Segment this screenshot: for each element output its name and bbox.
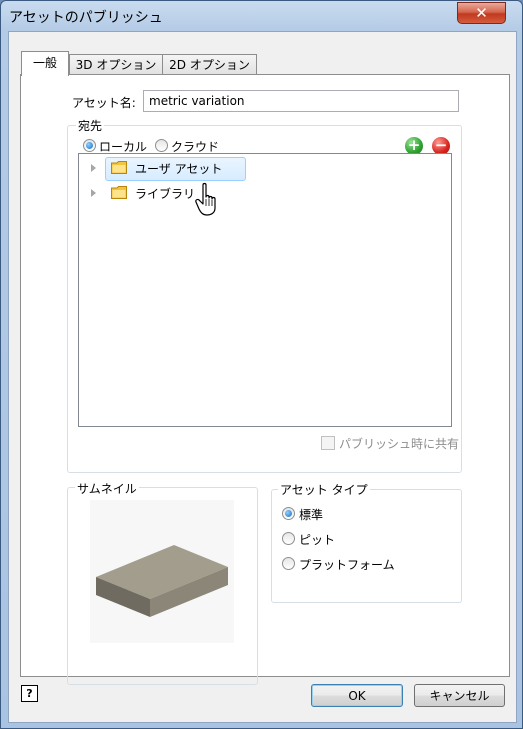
asset-name-input[interactable]: metric variation — [143, 90, 459, 112]
tab-general-label: 一般 — [32, 56, 57, 70]
expand-arrow-icon[interactable] — [91, 164, 96, 172]
destination-group-title: 宛先 — [76, 117, 105, 134]
help-icon: ? — [26, 687, 33, 700]
thumbnail-preview — [90, 500, 234, 643]
tab-2d-options-label: 2D オプション — [169, 58, 250, 72]
plus-icon: + — [407, 136, 421, 154]
tab-general[interactable]: 一般 — [21, 51, 69, 76]
minus-icon: − — [434, 136, 448, 154]
general-tab-page: アセット名: metric variation 宛先 ローカル クラウド + − — [20, 74, 510, 685]
radio-local[interactable] — [83, 139, 96, 152]
hand-cursor-icon — [195, 182, 216, 216]
radio-pit[interactable] — [282, 532, 295, 545]
dialog-client-area: 一般 3D オプション 2D オプション アセット名: metric varia… — [8, 31, 517, 723]
destination-tree[interactable]: ユーザ アセット ライブラリ — [78, 153, 452, 427]
ok-button[interactable]: OK — [311, 684, 403, 707]
asset-name-label: アセット名: — [72, 96, 136, 110]
radio-platform[interactable] — [282, 557, 295, 570]
close-icon: ✕ — [475, 4, 488, 22]
tree-item-library[interactable]: ライブラリ — [135, 185, 195, 202]
folder-icon — [111, 186, 127, 199]
title-bar[interactable]: アセットのパブリッシュ ✕ — [1, 1, 522, 31]
dialog-window: アセットのパブリッシュ ✕ 一般 3D オプション 2D オプション アセット名… — [0, 0, 523, 729]
expand-arrow-icon[interactable] — [91, 189, 96, 197]
radio-standard-label[interactable]: 標準 — [299, 506, 323, 523]
folder-icon — [111, 161, 127, 174]
tab-3d-options-label: 3D オプション — [75, 58, 157, 72]
tab-2d-options[interactable]: 2D オプション — [162, 54, 257, 75]
radio-pit-label[interactable]: ピット — [299, 531, 335, 548]
radio-platform-label[interactable]: プラットフォーム — [299, 556, 395, 573]
close-button[interactable]: ✕ — [457, 2, 506, 24]
asset-type-group-title: アセット タイプ — [278, 481, 370, 498]
help-button[interactable]: ? — [21, 685, 38, 702]
radio-cloud[interactable] — [155, 139, 168, 152]
tree-item-user-assets[interactable]: ユーザ アセット — [135, 160, 222, 177]
cancel-button[interactable]: キャンセル — [414, 684, 505, 707]
window-title: アセットのパブリッシュ — [9, 10, 163, 26]
tab-3d-options[interactable]: 3D オプション — [69, 54, 163, 75]
thumbnail-group-title: サムネイル — [75, 480, 139, 497]
radio-standard[interactable] — [282, 507, 295, 520]
share-checkbox-label: パブリッシュ時に共有 — [339, 437, 460, 451]
share-checkbox[interactable] — [321, 436, 335, 450]
